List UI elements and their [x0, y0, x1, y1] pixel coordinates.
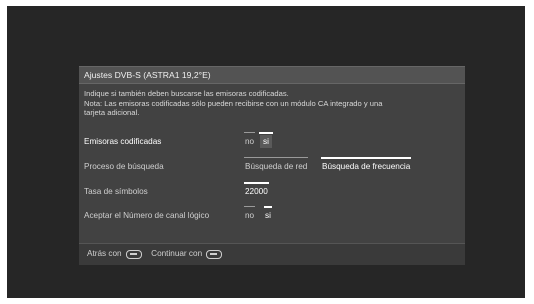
- search-option-network[interactable]: Búsqueda de red: [243, 157, 309, 173]
- dialog-footer: Atrás con Continuar con: [79, 243, 465, 265]
- continue-hint: Continuar con: [151, 249, 203, 258]
- symbol-rate-field[interactable]: 22000: [244, 182, 269, 198]
- lcn-option-no[interactable]: no: [243, 206, 256, 222]
- dvbs-settings-dialog: Ajustes DVB-S (ASTRA1 19,2°E) Indique si…: [79, 66, 465, 265]
- search-process-label: Proceso de búsqueda: [84, 162, 164, 171]
- encrypted-channels-label: Emisoras codificadas: [84, 137, 162, 146]
- dialog-title: Ajustes DVB-S (ASTRA1 19,2°E): [79, 66, 465, 84]
- info-text: Indique si también deben buscarse las em…: [84, 89, 454, 118]
- encrypted-option-si[interactable]: si: [259, 132, 273, 148]
- symbol-rate-label: Tasa de símbolos: [84, 187, 148, 196]
- back-hint: Atrás con: [87, 249, 122, 258]
- lcn-label: Aceptar el Número de canal lógico: [84, 211, 210, 220]
- rewind-button-icon: [125, 249, 142, 259]
- search-option-frequency[interactable]: Búsqueda de frecuencia: [320, 157, 412, 173]
- info-line: Nota: Las emisoras codificadas sólo pued…: [84, 98, 383, 108]
- info-line: tarjeta adicional.: [84, 108, 140, 118]
- encrypted-option-no[interactable]: no: [243, 132, 256, 148]
- info-line: Indique si también deben buscarse las em…: [84, 89, 289, 98]
- tv-screen: Ajustes DVB-S (ASTRA1 19,2°E) Indique si…: [7, 6, 525, 298]
- lcn-option-si[interactable]: si: [264, 206, 272, 222]
- fast-forward-button-icon: [206, 249, 223, 259]
